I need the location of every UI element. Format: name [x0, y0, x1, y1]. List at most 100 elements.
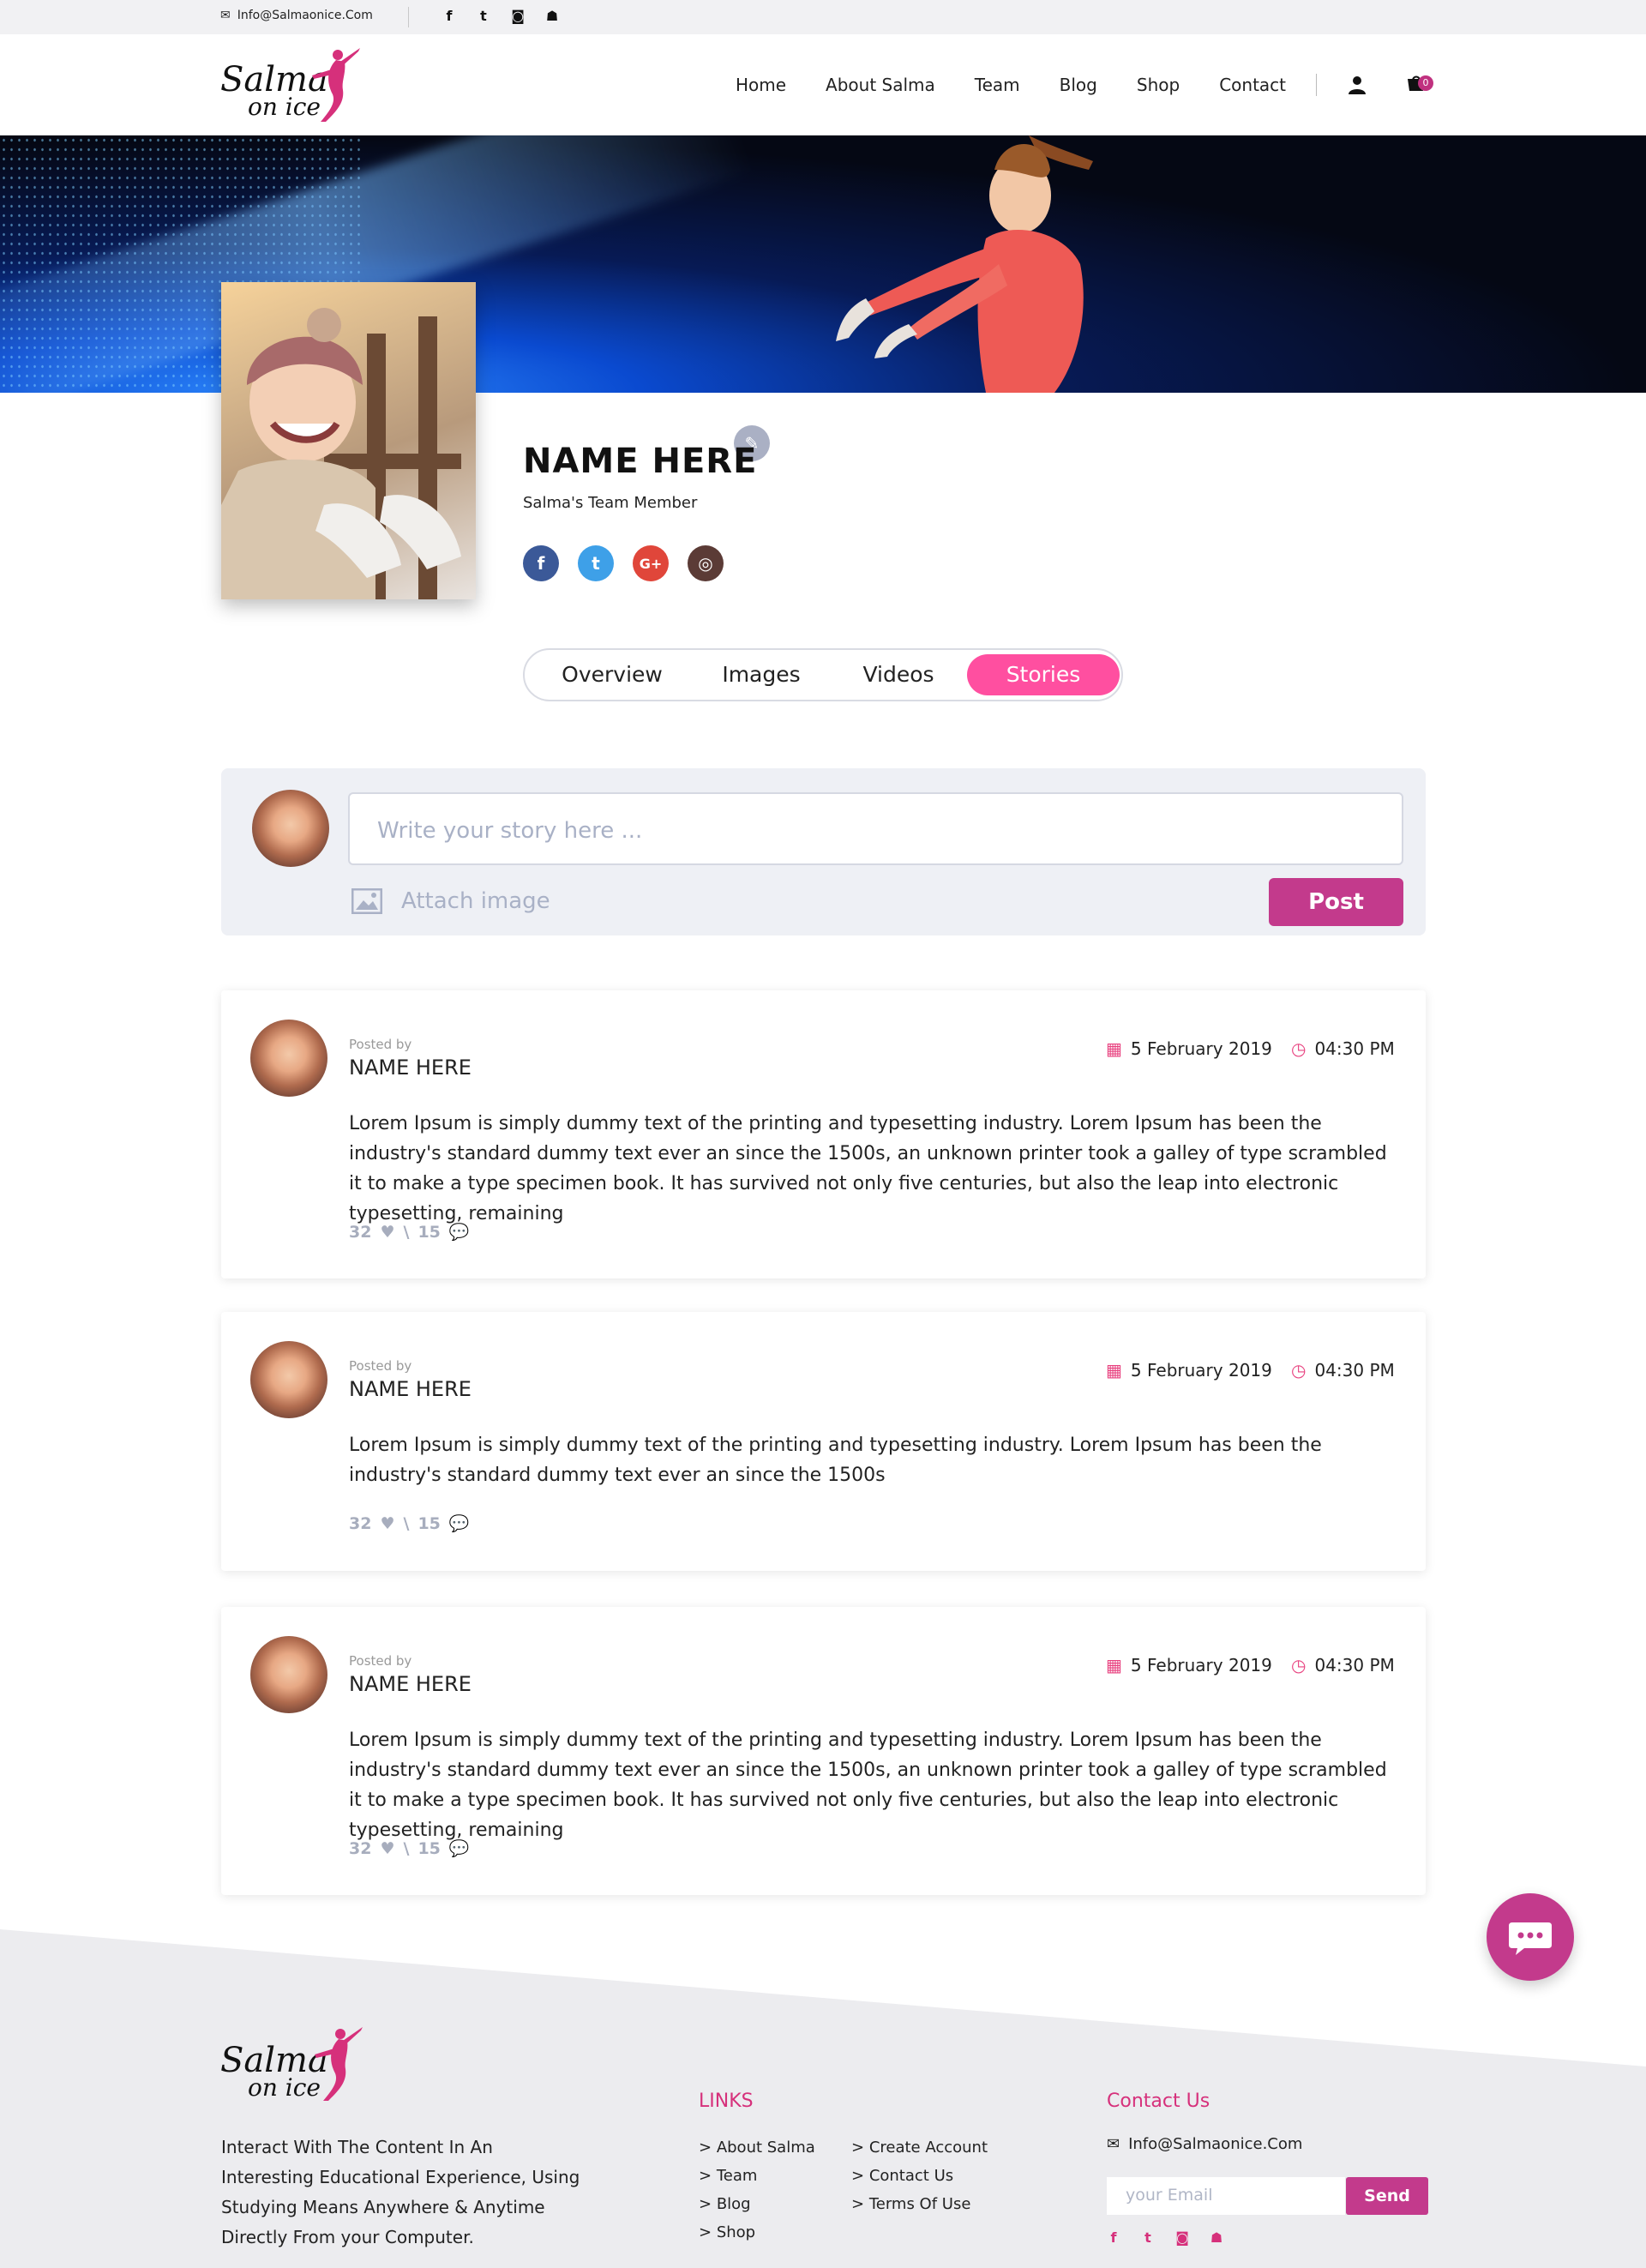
envelope-icon: ✉: [1107, 2135, 1120, 2153]
story-author[interactable]: NAME HERE: [349, 1056, 472, 1080]
story-date: ▦ 5 February 2019: [1106, 1655, 1272, 1675]
topbar-social: f t ◙ ☗: [442, 8, 560, 24]
twitter-icon[interactable]: t: [578, 545, 614, 581]
comment-icon[interactable]: 💬: [449, 1222, 470, 1242]
site-header: Salma on ice Home About Salma Team Blog …: [0, 34, 1646, 135]
story-date-text: 5 February 2019: [1130, 1655, 1272, 1675]
newsletter-email-input[interactable]: your Email: [1107, 2177, 1345, 2215]
footer-email-text: Info@Salmaonice.Com: [1128, 2135, 1303, 2153]
nav-team[interactable]: Team: [975, 75, 1020, 95]
stats-separator: \: [403, 1513, 410, 1533]
clock-icon: ◷: [1291, 1655, 1307, 1675]
story-time-text: 04:30 PM: [1314, 1038, 1395, 1059]
google-plus-icon[interactable]: G+: [633, 545, 669, 581]
attach-image-label: Attach image: [401, 888, 550, 914]
clock-icon: ◷: [1291, 1360, 1307, 1381]
profile-photo-illustration: [221, 308, 461, 599]
story-author[interactable]: NAME HERE: [349, 1377, 472, 1401]
footer-links-title: LINKS: [699, 2091, 754, 2112]
like-count: 32: [349, 1513, 372, 1533]
post-button[interactable]: Post: [1269, 878, 1403, 926]
instagram-icon[interactable]: ◙: [510, 8, 526, 24]
tab-overview[interactable]: Overview: [532, 654, 693, 695]
story-input[interactable]: Write your story here ...: [348, 792, 1403, 865]
story-text: Lorem Ipsum is simply dummy text of the …: [349, 1113, 1387, 1224]
tab-videos[interactable]: Videos: [830, 654, 967, 695]
tab-images[interactable]: Images: [693, 654, 830, 695]
attach-image-button[interactable]: Attach image: [351, 888, 550, 914]
chat-icon: [1509, 1922, 1552, 1955]
skater-logo-icon: [315, 2027, 363, 2101]
instagram-icon[interactable]: ◙: [1174, 2229, 1190, 2246]
posted-by-label: Posted by: [349, 1037, 412, 1052]
story-card: Posted by NAME HERE ▦ 5 February 2019 ◷ …: [221, 1312, 1426, 1571]
snapchat-icon[interactable]: ☗: [1209, 2229, 1224, 2246]
footer-logo-text-onice: on ice: [248, 2073, 321, 2102]
story-time-text: 04:30 PM: [1314, 1360, 1395, 1381]
story-stats: 32 ♥ \ 15 💬: [349, 1513, 470, 1534]
heart-icon[interactable]: ♥: [380, 1514, 394, 1533]
footer-description: Interact With The Content In An Interest…: [221, 2137, 580, 2247]
footer-link-contact-us[interactable]: > Contact Us: [851, 2162, 988, 2190]
facebook-icon[interactable]: f: [1106, 2229, 1121, 2246]
snapchat-icon[interactable]: ☗: [544, 8, 560, 24]
instagram-icon[interactable]: ◎: [688, 545, 724, 581]
story-time: ◷ 04:30 PM: [1291, 1360, 1395, 1381]
footer-link-about-salma[interactable]: > About Salma: [699, 2133, 815, 2162]
stats-separator: \: [403, 1838, 410, 1858]
nav-blog[interactable]: Blog: [1060, 75, 1097, 95]
heart-icon[interactable]: ♥: [380, 1839, 394, 1858]
comment-count: 15: [418, 1513, 441, 1533]
footer-links-col2: > Create Account > Contact Us > Terms Of…: [851, 2133, 988, 2218]
main-nav: Home About Salma Team Blog Shop Contact: [736, 75, 1286, 95]
footer-social: f t ◙ ☗: [1106, 2229, 1224, 2246]
chat-button[interactable]: [1487, 1893, 1574, 1981]
nav-divider: [1316, 74, 1317, 96]
story-avatar: [250, 1341, 327, 1418]
footer-link-team[interactable]: > Team: [699, 2162, 815, 2190]
story-avatar: [250, 1636, 327, 1713]
heart-icon[interactable]: ♥: [380, 1223, 394, 1242]
calendar-icon: ▦: [1106, 1038, 1122, 1059]
twitter-icon[interactable]: t: [1140, 2229, 1156, 2246]
story-time: ◷ 04:30 PM: [1291, 1038, 1395, 1059]
like-count: 32: [349, 1222, 372, 1242]
calendar-icon: ▦: [1106, 1360, 1122, 1381]
clock-icon: ◷: [1291, 1038, 1307, 1059]
footer-link-shop[interactable]: > Shop: [699, 2218, 815, 2247]
topbar-divider: [408, 7, 409, 27]
nav-about-salma[interactable]: About Salma: [826, 75, 935, 95]
like-count: 32: [349, 1838, 372, 1858]
site-logo[interactable]: Salma on ice: [220, 43, 362, 129]
facebook-icon[interactable]: f: [442, 8, 457, 24]
footer-link-create-account[interactable]: > Create Account: [851, 2133, 988, 2162]
story-time-text: 04:30 PM: [1314, 1655, 1395, 1675]
skater-logo-icon: [312, 48, 360, 122]
nav-home[interactable]: Home: [736, 75, 786, 95]
user-icon[interactable]: [1348, 75, 1367, 94]
nav-shop[interactable]: Shop: [1137, 75, 1180, 95]
newsletter-send-button[interactable]: Send: [1346, 2177, 1428, 2215]
footer-link-blog[interactable]: > Blog: [699, 2190, 815, 2218]
story-date: ▦ 5 February 2019: [1106, 1038, 1272, 1059]
comment-icon[interactable]: 💬: [449, 1513, 470, 1533]
story-date: ▦ 5 February 2019: [1106, 1360, 1272, 1381]
facebook-icon[interactable]: f: [523, 545, 559, 581]
composer-avatar: [252, 790, 329, 867]
envelope-icon: ✉: [220, 9, 231, 22]
footer-email[interactable]: ✉ Info@Salmaonice.Com: [1107, 2135, 1302, 2153]
story-stats: 32 ♥ \ 15 💬: [349, 1222, 470, 1242]
image-icon: [351, 888, 382, 914]
footer-link-terms[interactable]: > Terms Of Use: [851, 2190, 988, 2218]
twitter-icon[interactable]: t: [476, 8, 491, 24]
nav-contact[interactable]: Contact: [1219, 75, 1286, 95]
tab-stories[interactable]: Stories: [967, 654, 1120, 695]
topbar-email[interactable]: ✉ Info@Salmaonice.Com: [220, 9, 373, 22]
profile-role: Salma's Team Member: [523, 494, 698, 512]
profile-name: NAME HERE: [523, 442, 758, 481]
story-avatar: [250, 1020, 327, 1097]
comment-icon[interactable]: 💬: [449, 1838, 470, 1858]
footer-logo[interactable]: Salma on ice: [220, 2022, 366, 2108]
top-bar: ✉ Info@Salmaonice.Com f t ◙ ☗: [0, 0, 1646, 34]
story-author[interactable]: NAME HERE: [349, 1672, 472, 1696]
